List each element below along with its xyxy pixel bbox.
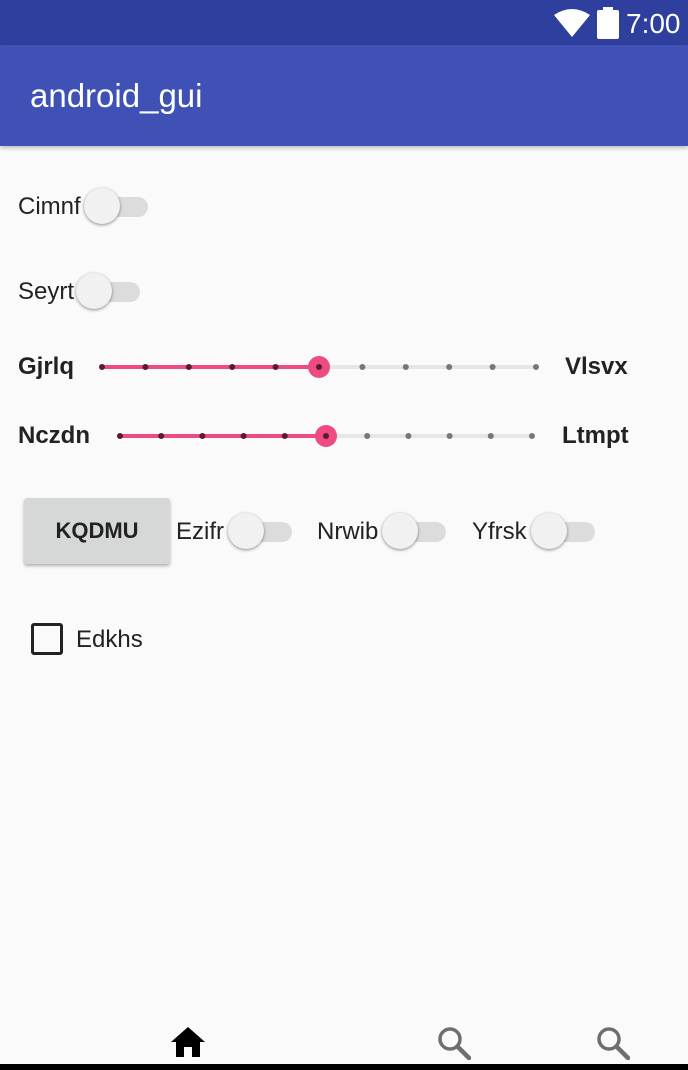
app-bar: android_gui (0, 45, 688, 146)
switch-label-yfrsk: Yfrsk (472, 518, 527, 545)
kqdmu-button[interactable]: KQDMU (24, 498, 170, 564)
home-icon[interactable] (170, 1026, 206, 1058)
switch-cimnf[interactable] (84, 186, 154, 226)
slider-tick (402, 364, 409, 370)
switch-label-cimnf: Cimnf (18, 193, 81, 220)
search-icon[interactable] (596, 1026, 630, 1060)
wifi-icon (554, 9, 590, 37)
slider-tick (117, 433, 123, 439)
bottom-navigation (0, 1000, 688, 1070)
slider-tick (240, 433, 247, 439)
slider-tick (281, 433, 288, 439)
slider-tick (446, 433, 453, 439)
switch-yfrsk[interactable] (531, 511, 601, 551)
slider-left-label-nczdn: Nczdn (18, 422, 90, 449)
slider-tick (533, 364, 539, 370)
switch-thumb (382, 513, 418, 549)
slider-tick (158, 433, 165, 439)
switch-nrwib[interactable] (382, 511, 452, 551)
slider-tick (229, 364, 236, 370)
status-bar: 7:00 (0, 0, 688, 45)
slider-tick (489, 364, 496, 370)
slider-left-label-gjrlq: Gjrlq (18, 353, 75, 380)
checkbox-label-edkhs: Edkhs (76, 626, 143, 653)
slider-nczdn[interactable] (117, 421, 535, 451)
switch-thumb (531, 513, 567, 549)
slider-tick (487, 433, 494, 439)
slider-tick (446, 364, 453, 370)
slider-right-label-ltmpt: Ltmpt (562, 422, 629, 449)
slider-gjrlq[interactable] (99, 352, 539, 382)
slider-tick (529, 433, 535, 439)
switch-thumb (84, 188, 120, 224)
slider-right-label-vlsvx: Vlsvx (565, 353, 628, 380)
switch-ezifr[interactable] (228, 511, 298, 551)
system-nav-bar (0, 1064, 688, 1070)
edkhs-checkbox[interactable] (31, 623, 63, 655)
slider-tick (364, 433, 371, 439)
slider-tick (199, 433, 206, 439)
switch-thumb (228, 513, 264, 549)
switch-label-nrwib: Nrwib (317, 518, 379, 545)
slider-nczdn-graphic (117, 425, 535, 447)
app-title: android_gui (30, 77, 203, 114)
switch-thumb (76, 273, 112, 309)
search-icon[interactable] (437, 1026, 471, 1060)
slider-tick (272, 364, 279, 370)
switch-seyrt[interactable] (76, 271, 146, 311)
slider-tick (359, 364, 366, 370)
battery-icon (597, 7, 619, 39)
slider-tick (405, 433, 412, 439)
switch-label-ezifr: Ezifr (176, 518, 224, 545)
slider-tick (185, 364, 192, 370)
slider-thumb-dot (323, 433, 329, 439)
slider-tick (142, 364, 149, 370)
slider-tick (99, 364, 105, 370)
slider-gjrlq-graphic (99, 356, 539, 378)
status-time: 7:00 (626, 8, 681, 39)
switch-label-seyrt: Seyrt (18, 278, 75, 305)
slider-thumb-dot (316, 364, 322, 370)
